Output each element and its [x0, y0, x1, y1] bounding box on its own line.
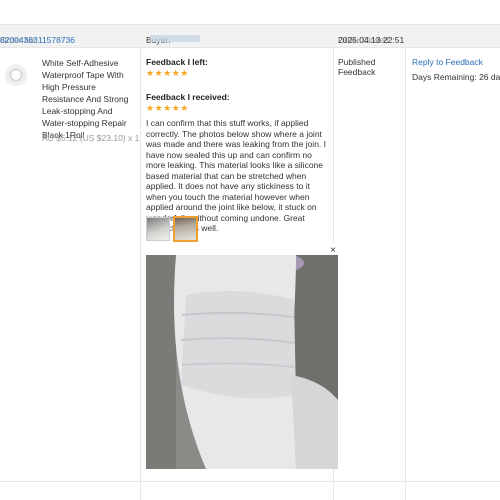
- row-divider: [0, 481, 500, 482]
- product-price: AU $5.12 (US $23.10) x 1: [42, 133, 140, 143]
- product-thumbnail[interactable]: [5, 64, 27, 86]
- feedback-received-stars: ★★★★★: [146, 103, 189, 113]
- product-title[interactable]: White Self-Adhesive Waterproof Tape With…: [42, 57, 137, 141]
- column-divider: [405, 47, 406, 500]
- review-photo-illustration: [146, 255, 338, 469]
- review-photo-thumb-selected[interactable]: [173, 216, 198, 242]
- column-divider: [140, 47, 141, 500]
- buyer-name-redacted[interactable]: [150, 35, 200, 42]
- feedback-left-stars: ★★★★★: [146, 68, 189, 78]
- photo-preview-popup: ×: [146, 244, 338, 469]
- reply-to-feedback-link[interactable]: Reply to Feedback: [412, 57, 483, 67]
- review-photo-large: [146, 255, 338, 469]
- feedback-left-heading: Feedback I left:: [146, 57, 208, 67]
- days-remaining: Days Remaining: 26 days: [412, 72, 500, 82]
- order-closed-date: 2025.04.13 22:51: [338, 35, 405, 45]
- feedback-received-heading: Feedback I received:: [146, 92, 230, 102]
- order-no-link[interactable]: 8200436311578736: [0, 35, 75, 45]
- review-photo-thumb[interactable]: [146, 217, 170, 241]
- feedback-status: Published Feedback: [338, 57, 376, 77]
- order-header: Order No: 8200436311578736 Buyer: Order …: [0, 24, 500, 48]
